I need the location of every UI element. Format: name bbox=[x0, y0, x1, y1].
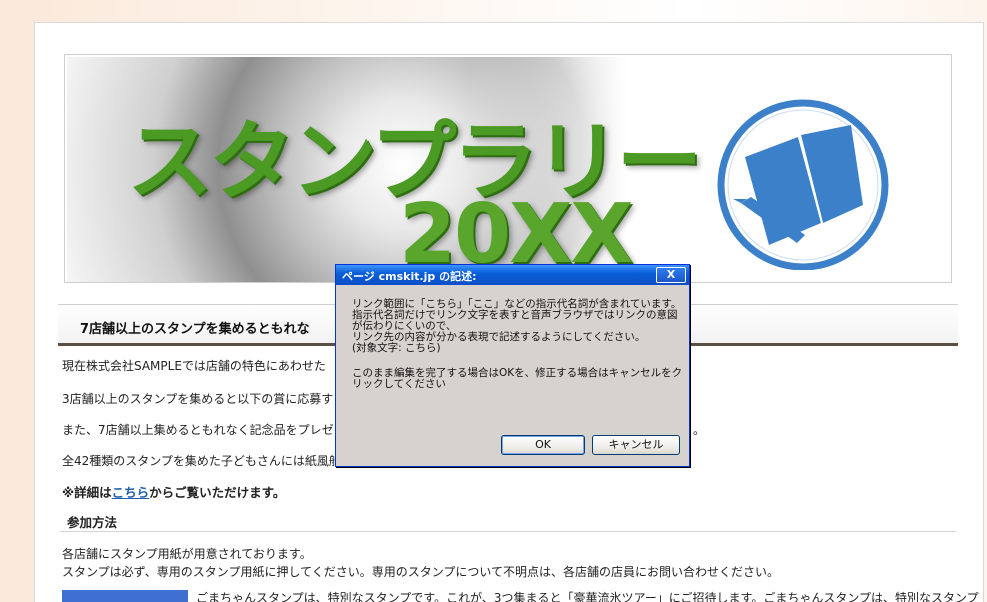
howto-line-1: 各店舗にスタンプ用紙が用意されております。 bbox=[62, 547, 312, 561]
intro-paragraph-3-tail: 。 bbox=[693, 423, 706, 437]
detail-prefix: ※詳細は bbox=[62, 485, 112, 500]
alert-dialog: ページ cmskit.jp の記述: X リンク範囲に「こちら」「ここ」などの指… bbox=[335, 264, 690, 467]
stamp-image bbox=[62, 590, 188, 602]
ok-button[interactable]: OK bbox=[501, 435, 585, 455]
intro-paragraph-3: また、7店舗以上集めるともれなく記念品をプレゼン bbox=[62, 423, 346, 437]
dialog-titlebar[interactable]: ページ cmskit.jp の記述: X bbox=[336, 265, 689, 285]
detail-link[interactable]: こちら bbox=[112, 485, 150, 500]
book-pencil-icon bbox=[717, 99, 889, 270]
section-title: 7店舗以上のスタンプを集めるともれな bbox=[80, 322, 310, 337]
confirm-line: リックしてください bbox=[352, 378, 446, 390]
detail-suffix: からご覧いただけます。 bbox=[149, 485, 286, 500]
intro-paragraph-2: 3店舗以上のスタンプを集めると以下の賞に応募す bbox=[62, 392, 334, 406]
intro-paragraph-1: 現在株式会社SAMPLEでは店舗の特色にあわせた bbox=[62, 359, 326, 373]
dialog-title: ページ cmskit.jp の記述: bbox=[342, 270, 477, 283]
howto-heading-text: 参加方法 bbox=[67, 515, 118, 530]
bottom-text: ごまちゃんスタンプは、特別なスタンプです。これが、3つ集まると「豪華流氷ツアー」… bbox=[196, 591, 979, 602]
message-line: (対象文字: こちら) bbox=[352, 342, 441, 354]
cancel-button[interactable]: キャンセル bbox=[592, 435, 680, 455]
intro-paragraph-4: 全42種類のスタンプを集めた子どもさんには紙風船 bbox=[62, 454, 341, 468]
dialog-message: リンク範囲に「こちら」「ここ」などの指示代名詞が含まれています。 指示代名詞だけ… bbox=[352, 299, 682, 390]
howto-line-2: スタンプは必ず、専用のスタンプ用紙に押してください。専用のスタンプについて不明点… bbox=[62, 565, 780, 579]
message-spacer bbox=[352, 354, 682, 368]
close-button[interactable]: X bbox=[656, 267, 686, 283]
header-banner: スタンプラリー 20XX bbox=[64, 54, 952, 283]
detail-line: ※詳細はこちらからご覧いただけます。 bbox=[62, 482, 285, 501]
howto-heading: 参加方法 bbox=[60, 510, 956, 532]
